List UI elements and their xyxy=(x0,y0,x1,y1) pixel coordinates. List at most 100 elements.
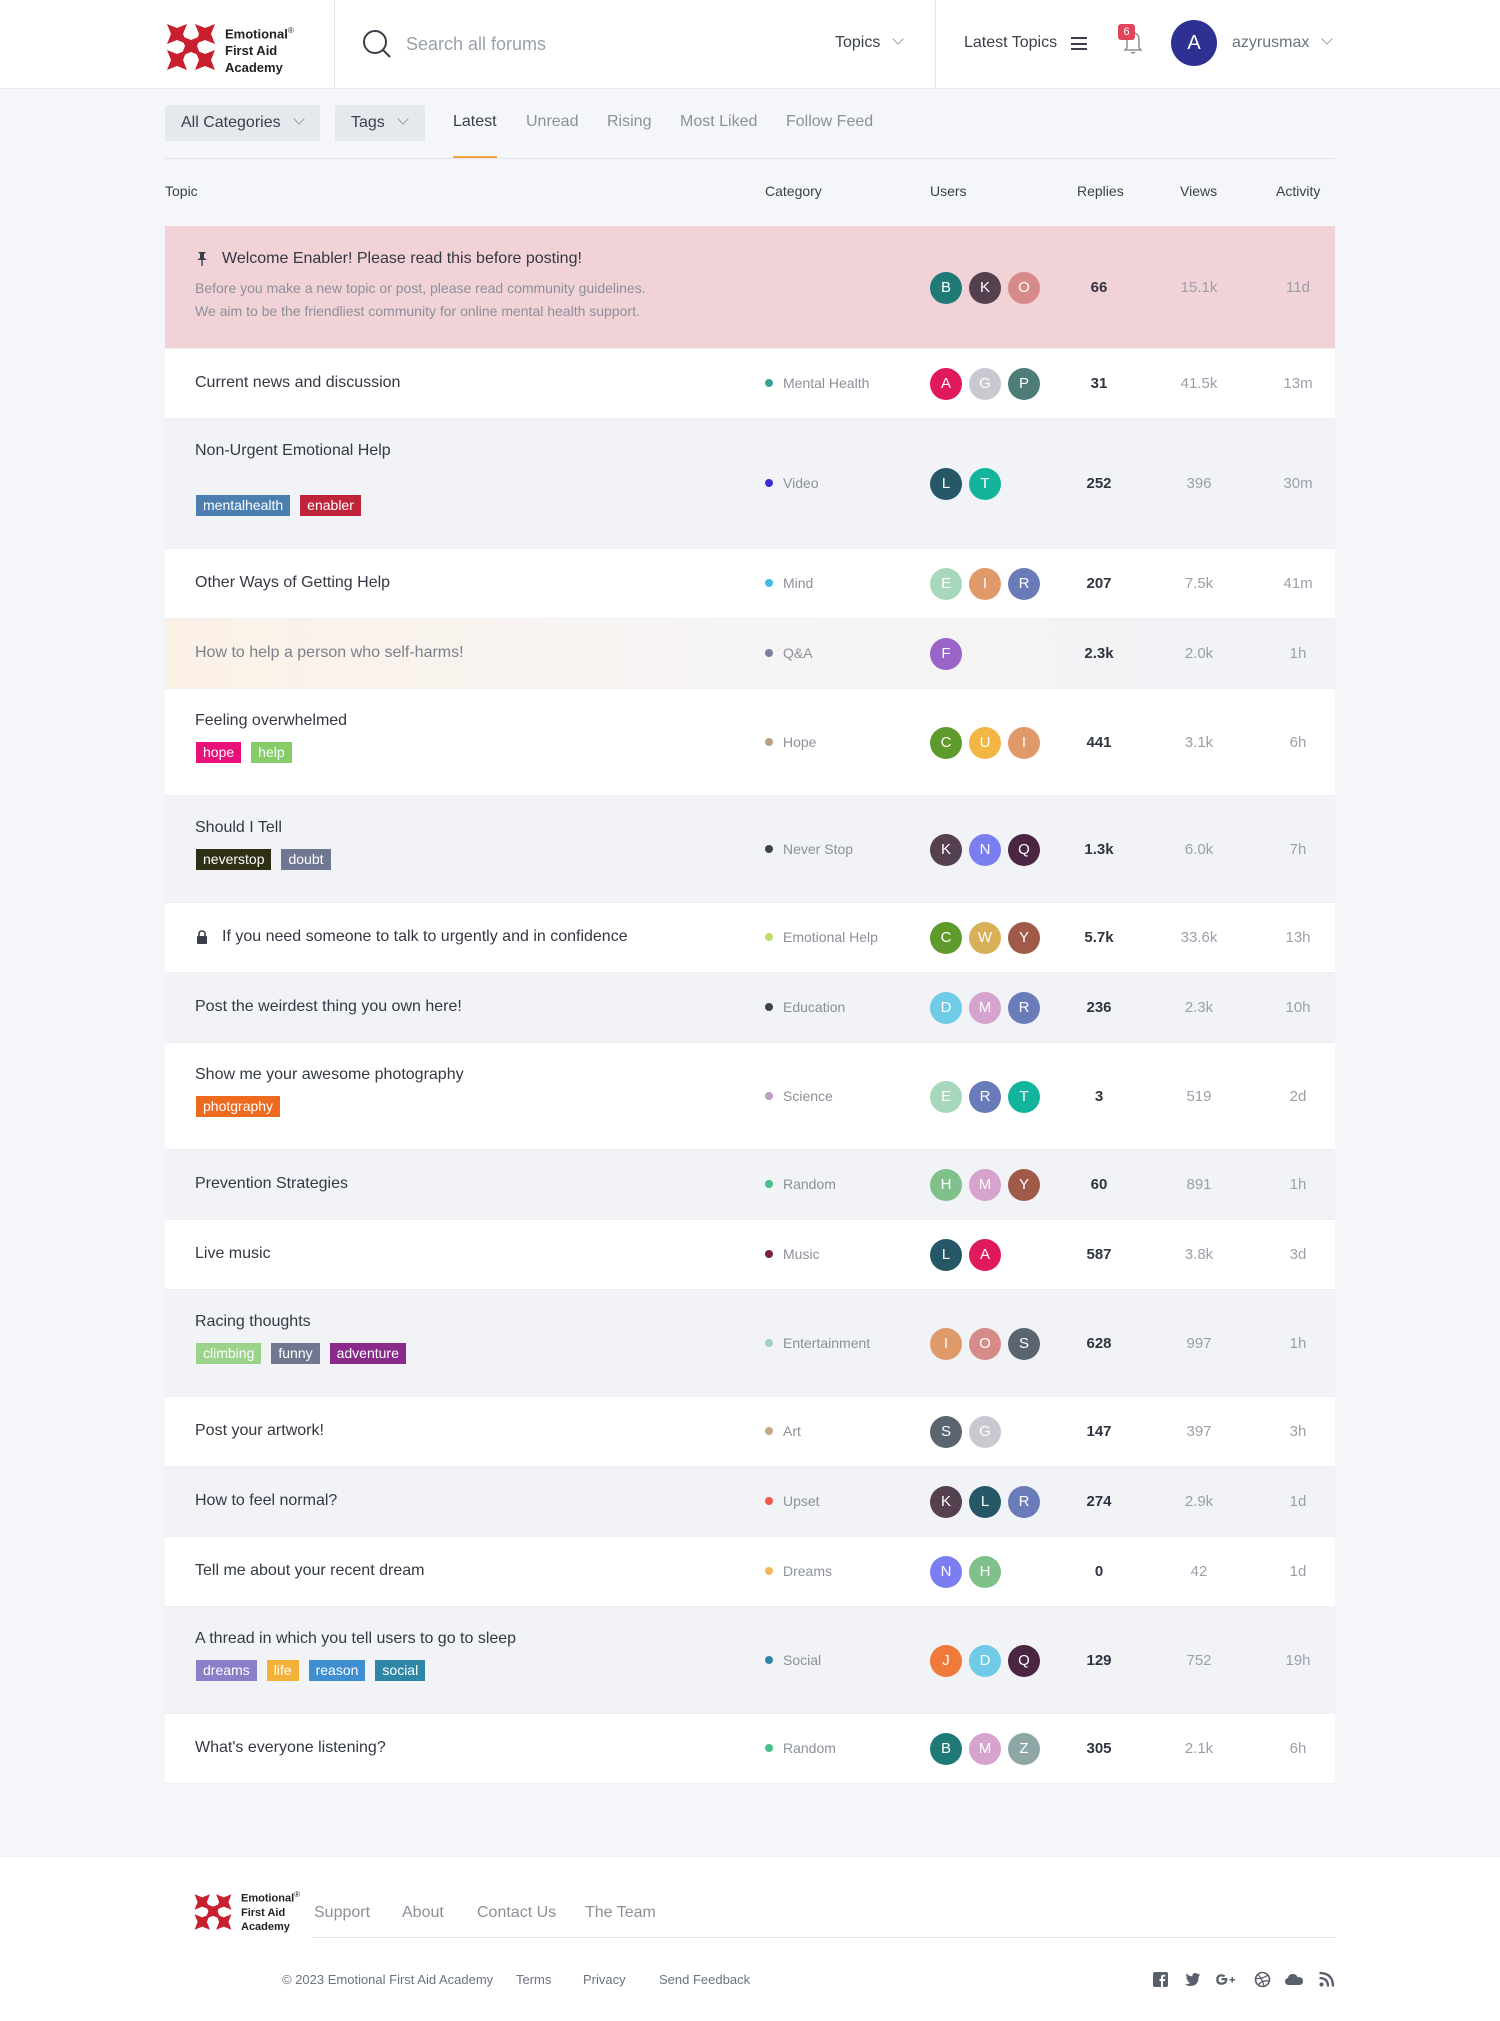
topic-row[interactable]: Show me your awesome photography photgrap… xyxy=(165,1043,1335,1150)
tag-photgraphy[interactable]: photgraphy xyxy=(196,1096,281,1117)
topic-row[interactable]: Post your artwork! Art S G 147 397 3h xyxy=(165,1397,1335,1467)
tag-funny[interactable]: funny xyxy=(271,1343,320,1364)
avatar[interactable]: M xyxy=(969,1733,1001,1765)
avatar[interactable]: M xyxy=(969,992,1001,1024)
tag-life[interactable]: life xyxy=(266,1660,299,1681)
avatar[interactable]: I xyxy=(930,1328,962,1360)
avatar[interactable]: Q xyxy=(1008,1645,1040,1677)
avatar[interactable]: Y xyxy=(1008,922,1040,954)
topic-row[interactable]: Feeling overwhelmed hope help Hope C U I 441 3.1… xyxy=(165,689,1335,796)
avatar[interactable]: K xyxy=(930,834,962,866)
tag-enabler[interactable]: enabler xyxy=(300,495,361,516)
avatar[interactable]: I xyxy=(1008,727,1040,759)
topic-row[interactable]: Post the weirdest thing you own here! Edu… xyxy=(165,973,1335,1043)
category-link[interactable]: Random xyxy=(765,1176,836,1192)
topic-title[interactable]: Current news and discussion xyxy=(195,374,400,392)
topic-title[interactable]: If you need someone to talk to urgently … xyxy=(222,928,628,946)
avatar[interactable]: L xyxy=(930,1239,962,1271)
avatar[interactable]: B xyxy=(930,272,962,304)
topic-row[interactable]: Non-Urgent Emotional Help mentalhealth ena… xyxy=(165,419,1335,549)
avatar[interactable]: H xyxy=(969,1556,1001,1588)
category-link[interactable]: Never Stop xyxy=(765,841,853,857)
footer-link-privacy[interactable]: Privacy xyxy=(583,1972,626,1987)
category-link[interactable]: Video xyxy=(765,475,819,491)
tag-dreams[interactable]: dreams xyxy=(196,1660,257,1681)
all-categories-dropdown[interactable]: All Categories xyxy=(165,105,320,141)
category-link[interactable]: Q&A xyxy=(765,645,813,661)
avatar[interactable]: R xyxy=(1008,1486,1040,1518)
topic-title[interactable]: Other Ways of Getting Help xyxy=(195,574,390,592)
category-link[interactable]: Upset xyxy=(765,1493,820,1509)
category-link[interactable]: Hope xyxy=(765,734,816,750)
topic-row[interactable]: Live music Music L A 587 3.8k 3d xyxy=(165,1220,1335,1290)
tag-help[interactable]: help xyxy=(251,742,292,763)
topic-title[interactable]: Post your artwork! xyxy=(195,1422,324,1440)
avatar[interactable]: N xyxy=(969,834,1001,866)
search-input[interactable]: Search all forums xyxy=(406,34,546,55)
menu-icon[interactable] xyxy=(1071,37,1087,50)
avatar[interactable]: Z xyxy=(1008,1733,1040,1765)
tab-follow-feed[interactable]: Follow Feed xyxy=(786,113,873,131)
avatar[interactable]: T xyxy=(969,468,1001,500)
avatar[interactable]: W xyxy=(969,922,1001,954)
avatar[interactable]: S xyxy=(930,1416,962,1448)
avatar[interactable]: N xyxy=(930,1556,962,1588)
avatar[interactable]: F xyxy=(930,638,962,670)
topic-title[interactable]: Tell me about your recent dream xyxy=(195,1562,424,1580)
tag-neverstop[interactable]: neverstop xyxy=(196,849,272,870)
tags-dropdown[interactable]: Tags xyxy=(335,105,425,141)
dribbble-icon[interactable] xyxy=(1254,1971,1271,1988)
topic-row[interactable]: Prevention Strategies Random H M Y 60 891 1h xyxy=(165,1150,1335,1220)
avatar[interactable]: C xyxy=(930,922,962,954)
topic-row[interactable]: How to help a person who self-harms! Q&A F… xyxy=(165,619,1335,689)
avatar[interactable]: A xyxy=(930,368,962,400)
cloud-icon[interactable] xyxy=(1284,1971,1304,1988)
tab-unread[interactable]: Unread xyxy=(526,113,578,131)
latest-topics-link[interactable]: Latest Topics xyxy=(964,34,1057,52)
avatar[interactable]: R xyxy=(969,1081,1001,1113)
category-link[interactable]: Dreams xyxy=(765,1563,832,1579)
topic-row[interactable]: If you need someone to talk to urgently … xyxy=(165,903,1335,973)
avatar[interactable]: A xyxy=(969,1239,1001,1271)
tab-most-liked[interactable]: Most Liked xyxy=(680,113,757,131)
avatar[interactable]: D xyxy=(969,1645,1001,1677)
rss-icon[interactable] xyxy=(1318,1971,1335,1988)
avatar[interactable]: K xyxy=(969,272,1001,304)
avatar[interactable]: J xyxy=(930,1645,962,1677)
topic-row[interactable]: How to feel normal? Upset K L R 274 2.9k 1d xyxy=(165,1467,1335,1537)
avatar[interactable]: T xyxy=(1008,1081,1040,1113)
google-plus-icon[interactable] xyxy=(1214,1971,1238,1988)
avatar[interactable]: L xyxy=(969,1486,1001,1518)
category-link[interactable]: Random xyxy=(765,1740,836,1756)
facebook-icon[interactable] xyxy=(1152,1971,1169,1988)
user-avatar[interactable]: A xyxy=(1171,20,1217,66)
avatar[interactable]: G xyxy=(969,1416,1001,1448)
avatar[interactable]: C xyxy=(930,727,962,759)
topic-title[interactable]: A thread in which you tell users to go t… xyxy=(195,1630,516,1648)
avatar[interactable]: L xyxy=(930,468,962,500)
topic-title[interactable]: Feeling overwhelmed xyxy=(195,712,347,730)
footer-brand-logo[interactable]: Emotional® First Aid Academy xyxy=(193,1886,313,1936)
user-menu[interactable]: azyrusmax xyxy=(1232,33,1334,52)
avatar[interactable]: D xyxy=(930,992,962,1024)
category-link[interactable]: Emotional Help xyxy=(765,929,878,945)
twitter-icon[interactable] xyxy=(1184,1971,1201,1988)
topic-title[interactable]: What's everyone listening? xyxy=(195,1739,386,1757)
topic-row[interactable]: What's everyone listening? Random B M Z 305 2.… xyxy=(165,1714,1335,1784)
tag-adventure[interactable]: adventure xyxy=(329,1343,406,1364)
brand-logo[interactable]: Emotional® First Aid Academy xyxy=(165,20,315,75)
avatar[interactable]: G xyxy=(969,368,1001,400)
topic-row[interactable]: Tell me about your recent dream Dreams N H 0… xyxy=(165,1537,1335,1607)
tag-hope[interactable]: hope xyxy=(196,742,242,763)
tag-doubt[interactable]: doubt xyxy=(281,849,331,870)
search-box[interactable]: Search all forums xyxy=(362,26,742,62)
topic-title[interactable]: Live music xyxy=(195,1245,271,1263)
topic-title[interactable]: How to help a person who self-harms! xyxy=(195,644,464,662)
topic-title[interactable]: Racing thoughts xyxy=(195,1313,311,1331)
topic-row[interactable]: Should I Tell neverstop doubt Never Stop K N Q… xyxy=(165,796,1335,903)
category-link[interactable]: Mind xyxy=(765,575,813,591)
avatar[interactable]: R xyxy=(1008,568,1040,600)
avatar[interactable]: O xyxy=(1008,272,1040,304)
topics-dropdown[interactable]: Topics xyxy=(835,33,905,52)
avatar[interactable]: R xyxy=(1008,992,1040,1024)
